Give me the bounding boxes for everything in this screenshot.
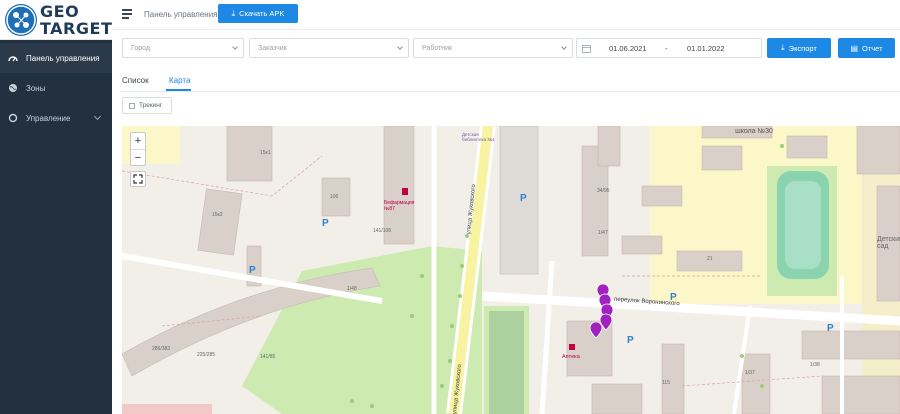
globe-icon — [9, 84, 17, 92]
svg-text:P: P — [322, 218, 329, 229]
svg-text:P: P — [249, 265, 256, 276]
sidebar-item-dashboard[interactable]: Панель управления — [0, 43, 112, 73]
svg-text:P: P — [627, 335, 634, 346]
house-number: 106 — [330, 194, 339, 200]
house-number: 1/37 — [745, 370, 755, 376]
zoom-out-button[interactable]: − — [131, 149, 145, 165]
house-number: 115 — [662, 380, 670, 386]
house-number: 15к1 — [260, 150, 271, 156]
house-number: 225/285 — [197, 352, 216, 358]
sidebar: GEO TARGET Панель управления Зоны Управл… — [0, 0, 112, 414]
poi-label: Аптека — [562, 354, 580, 360]
sidebar-item-management[interactable]: Управление — [0, 103, 112, 133]
house-number: 15к2 — [212, 212, 223, 218]
house-number: 1/47 — [598, 230, 608, 236]
house-number: 141/85 — [260, 354, 276, 360]
poi-label: Детский сад — [877, 236, 900, 250]
house-number: 34/95 — [597, 188, 610, 194]
active-tab-indicator — [166, 89, 191, 91]
poi-label: школа №30 — [735, 128, 773, 135]
calendar-icon — [582, 45, 591, 53]
customer-select[interactable]: Заказчик — [249, 38, 409, 58]
chevron-down-icon — [397, 44, 403, 50]
worker-select[interactable]: Работник — [413, 38, 573, 58]
map-view[interactable]: PPPPPP улица Жуковского улица Жуковского… — [122, 126, 900, 414]
download-apk-button[interactable]: ⤓ Скачать APK — [218, 4, 298, 23]
chevron-down-icon — [232, 44, 238, 50]
house-number: 21 — [707, 256, 713, 262]
fullscreen-button[interactable] — [130, 171, 146, 187]
map-canvas[interactable]: PPPPPP — [122, 126, 900, 414]
city-select[interactable]: Город — [122, 38, 244, 58]
date-to[interactable]: 01.01.2022 — [687, 44, 725, 53]
poi-label: Детская библиотека №4 — [462, 132, 495, 142]
date-range-picker[interactable]: 01.06.2021 - 01.01.2022 — [576, 38, 762, 58]
date-separator: - — [665, 44, 668, 53]
sidebar-item-label: Панель управления — [26, 53, 100, 63]
tabs-divider — [120, 91, 900, 92]
tab-list[interactable]: Список — [122, 76, 149, 85]
report-button[interactable]: ▤ Отчет — [838, 38, 895, 58]
house-number: 141/108 — [373, 228, 392, 234]
logo-icon — [5, 4, 37, 36]
fullscreen-icon — [133, 174, 143, 184]
report-icon: ▤ — [850, 43, 858, 53]
zoom-control: + − — [130, 132, 146, 166]
menu-toggle-icon[interactable] — [122, 9, 132, 19]
svg-text:P: P — [827, 323, 834, 334]
brand-name: GEO TARGET — [40, 2, 113, 38]
sidebar-item-label: Зоны — [26, 83, 46, 93]
logo[interactable]: GEO TARGET — [0, 0, 112, 40]
poi-label: Бефармация №87 — [384, 200, 415, 212]
export-button[interactable]: ⤓ Экспорт — [767, 38, 831, 58]
svg-text:P: P — [520, 193, 527, 204]
zoom-in-button[interactable]: + — [131, 133, 145, 149]
sidebar-item-label: Управление — [26, 113, 71, 123]
chevron-down-icon — [561, 44, 567, 50]
dashboard-icon — [8, 56, 18, 62]
sidebar-item-zones[interactable]: Зоны — [0, 73, 112, 103]
tracking-checkbox[interactable]: Трекинг — [122, 97, 172, 114]
breadcrumb[interactable]: Панель управления — [144, 10, 218, 19]
house-number: 1/38 — [810, 362, 820, 368]
download-icon: ⤓ — [231, 8, 236, 18]
settings-icon — [8, 113, 18, 123]
house-number: 1/48 — [347, 286, 357, 292]
house-number: 286/383 — [152, 346, 171, 352]
checkbox-icon — [129, 102, 135, 109]
download-icon: ⤓ — [781, 43, 785, 52]
date-from[interactable]: 01.06.2021 — [609, 44, 647, 53]
chevron-down-icon — [93, 112, 102, 121]
tab-map[interactable]: Карта — [169, 76, 190, 85]
